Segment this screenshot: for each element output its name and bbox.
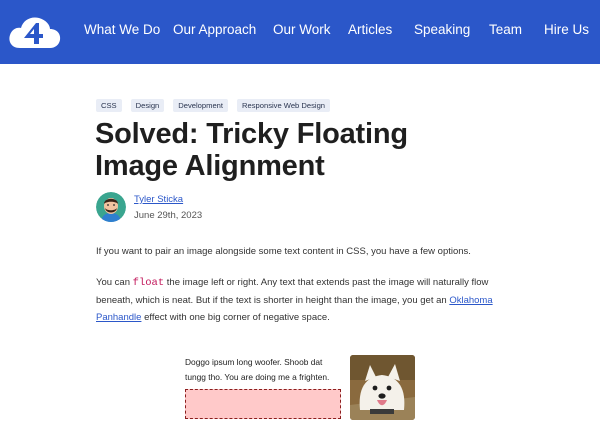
demo-caption-text: Doggo ipsum long woofer. Shoob dat tungg…	[185, 357, 330, 382]
page-title: Solved: Tricky Floating Image Alignment	[95, 118, 515, 182]
tag-responsive-web-design[interactable]: Responsive Web Design	[237, 99, 331, 112]
tag-development[interactable]: Development	[173, 99, 229, 112]
dog-image-icon	[350, 355, 415, 420]
nav-articles[interactable]: Articles	[348, 22, 392, 37]
avatar-illustration-icon	[96, 192, 126, 222]
publish-date: June 29th, 2023	[134, 210, 203, 221]
p2-text-end: effect with one big corner of negative s…	[141, 312, 330, 323]
title-line-2: Image Alignment	[95, 150, 325, 182]
author-avatar[interactable]	[96, 192, 126, 222]
tag-design[interactable]: Design	[130, 99, 165, 112]
nav-what-we-do[interactable]: What We Do	[84, 22, 160, 37]
author-name-link[interactable]: Tyler Sticka	[134, 194, 183, 205]
nav-hire-us[interactable]: Hire Us	[544, 22, 589, 37]
nav-speaking[interactable]: Speaking	[414, 22, 470, 37]
p2-text-start: You can	[96, 277, 133, 288]
nav-our-approach[interactable]: Our Approach	[173, 22, 256, 37]
tag-css[interactable]: CSS	[96, 99, 122, 112]
demo-negative-space-box	[185, 389, 341, 419]
float-code: float	[132, 277, 165, 289]
tag-list: CSS Design Development Responsive Web De…	[96, 99, 331, 112]
nav-team[interactable]: Team	[489, 22, 522, 37]
float-paragraph: You can float the image left or right. A…	[96, 274, 506, 326]
nav-our-work[interactable]: Our Work	[273, 22, 331, 37]
title-line-1: Solved: Tricky Floating	[95, 118, 408, 150]
site-header: What We Do Our Approach Our Work Article…	[0, 0, 600, 64]
dog-photo	[350, 355, 415, 420]
main-nav: What We Do Our Approach Our Work Article…	[0, 0, 600, 64]
intro-paragraph: If you want to pair an image alongside s…	[96, 246, 471, 257]
